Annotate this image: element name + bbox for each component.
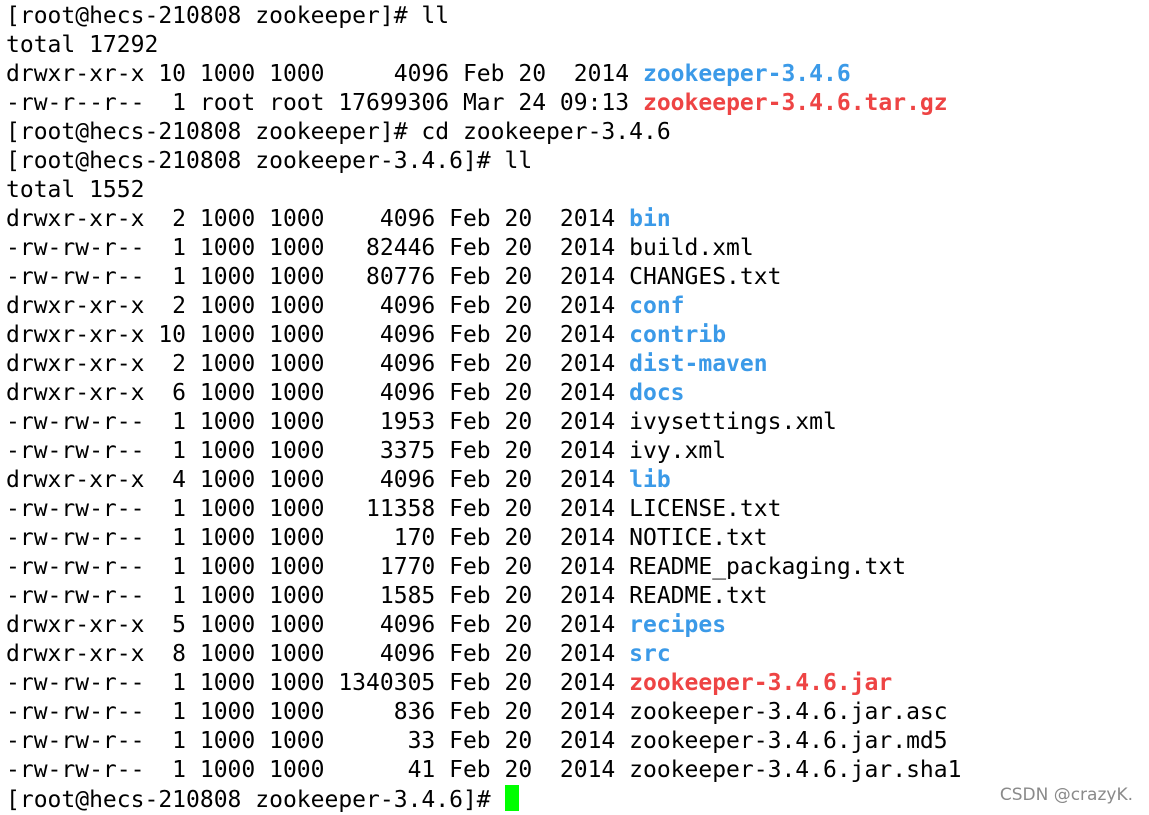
terminal-output[interactable]: [root@hecs-210808 zookeeper]# ll total 17…	[6, 2, 961, 814]
file-metadata: -rw-rw-r-- 1 1000 1000 1953 Feb 20 2014	[6, 409, 630, 435]
listing-row: -rw-rw-r-- 1 1000 1000 80776 Feb 20 2014…	[6, 263, 961, 292]
directory-name: docs	[629, 380, 685, 406]
directory-name: recipes	[629, 612, 727, 638]
file-name: zookeeper-3.4.6.jar.sha1	[629, 757, 962, 783]
archive-file-name: zookeeper-3.4.6.jar	[629, 670, 893, 696]
file-metadata: drwxr-xr-x 2 1000 1000 4096 Feb 20 2014	[6, 351, 630, 377]
listing-row: -rw-rw-r-- 1 1000 1000 170 Feb 20 2014 N…	[6, 524, 961, 553]
file-metadata: drwxr-xr-x 4 1000 1000 4096 Feb 20 2014	[6, 467, 630, 493]
archive-file-name: zookeeper-3.4.6.tar.gz	[642, 90, 948, 116]
directory-name: bin	[629, 206, 671, 232]
file-metadata: -rw-rw-r-- 1 1000 1000 836 Feb 20 2014	[6, 699, 630, 725]
command-text: ll	[504, 148, 533, 174]
file-name: build.xml	[629, 235, 754, 261]
listing-row: -rw-rw-r-- 1 1000 1000 11358 Feb 20 2014…	[6, 495, 961, 524]
file-metadata: -rw-rw-r-- 1 1000 1000 82446 Feb 20 2014	[6, 235, 630, 261]
file-metadata: drwxr-xr-x 2 1000 1000 4096 Feb 20 2014	[6, 206, 630, 232]
listing-row: -rw-rw-r-- 1 1000 1000 1585 Feb 20 2014 …	[6, 582, 961, 611]
file-metadata: drwxr-xr-x 10 1000 1000 4096 Feb 20 2014	[6, 61, 643, 87]
shell-prompt: [root@hecs-210808 zookeeper]#	[6, 3, 422, 29]
file-metadata: drwxr-xr-x 6 1000 1000 4096 Feb 20 2014	[6, 380, 630, 406]
file-metadata: drwxr-xr-x 5 1000 1000 4096 Feb 20 2014	[6, 612, 630, 638]
file-name: README_packaging.txt	[629, 554, 907, 580]
active-prompt-line[interactable]: [root@hecs-210808 zookeeper-3.4.6]#	[6, 785, 961, 814]
directory-name: conf	[629, 293, 685, 319]
file-name: CHANGES.txt	[629, 264, 782, 290]
output-total-line: total 1552	[6, 177, 145, 203]
listing-row: -rw-rw-r-- 1 1000 1000 82446 Feb 20 2014…	[6, 234, 961, 263]
listing-row: -rw-rw-r-- 1 1000 1000 836 Feb 20 2014 z…	[6, 698, 961, 727]
listing-row: drwxr-xr-x 10 1000 1000 4096 Feb 20 2014…	[6, 60, 961, 89]
file-metadata: -rw-rw-r-- 1 1000 1000 3375 Feb 20 2014	[6, 438, 630, 464]
listing-row: -rw-rw-r-- 1 1000 1000 33 Feb 20 2014 zo…	[6, 727, 961, 756]
directory-name: contrib	[629, 322, 727, 348]
file-metadata: -rw-rw-r-- 1 1000 1000 170 Feb 20 2014	[6, 525, 630, 551]
file-metadata: -rw-rw-r-- 1 1000 1000 1585 Feb 20 2014	[6, 583, 630, 609]
prompt-line: [root@hecs-210808 zookeeper-3.4.6]# ll	[6, 147, 961, 176]
file-metadata: -rw-rw-r-- 1 1000 1000 33 Feb 20 2014	[6, 728, 630, 754]
file-metadata: drwxr-xr-x 2 1000 1000 4096 Feb 20 2014	[6, 293, 630, 319]
listing-row: drwxr-xr-x 2 1000 1000 4096 Feb 20 2014 …	[6, 292, 961, 321]
file-name: ivy.xml	[629, 438, 727, 464]
listing-row: drwxr-xr-x 8 1000 1000 4096 Feb 20 2014 …	[6, 640, 961, 669]
file-metadata: drwxr-xr-x 8 1000 1000 4096 Feb 20 2014	[6, 641, 630, 667]
output-total-line: total 17292	[6, 32, 159, 58]
file-metadata: -rw-rw-r-- 1 1000 1000 11358 Feb 20 2014	[6, 496, 630, 522]
listing-row: -rw-rw-r-- 1 1000 1000 1770 Feb 20 2014 …	[6, 553, 961, 582]
listing-row: -rw-rw-r-- 1 1000 1000 3375 Feb 20 2014 …	[6, 437, 961, 466]
file-metadata: -rw-r--r-- 1 root root 17699306 Mar 24 0…	[6, 90, 643, 116]
listing-row: drwxr-xr-x 10 1000 1000 4096 Feb 20 2014…	[6, 321, 961, 350]
command-text: cd zookeeper-3.4.6	[421, 119, 671, 145]
listing-row: drwxr-xr-x 2 1000 1000 4096 Feb 20 2014 …	[6, 350, 961, 379]
listing-row: -rw-r--r-- 1 root root 17699306 Mar 24 0…	[6, 89, 961, 118]
listing-row: drwxr-xr-x 5 1000 1000 4096 Feb 20 2014 …	[6, 611, 961, 640]
command-text: ll	[421, 3, 450, 29]
file-metadata: -rw-rw-r-- 1 1000 1000 41 Feb 20 2014	[6, 757, 630, 783]
shell-prompt: [root@hecs-210808 zookeeper-3.4.6]#	[6, 787, 505, 813]
listing-row: drwxr-xr-x 2 1000 1000 4096 Feb 20 2014 …	[6, 205, 961, 234]
file-name: NOTICE.txt	[629, 525, 768, 551]
file-name: README.txt	[629, 583, 768, 609]
listing-row: drwxr-xr-x 4 1000 1000 4096 Feb 20 2014 …	[6, 466, 961, 495]
file-name: LICENSE.txt	[629, 496, 782, 522]
file-metadata: drwxr-xr-x 10 1000 1000 4096 Feb 20 2014	[6, 322, 630, 348]
listing-row: -rw-rw-r-- 1 1000 1000 41 Feb 20 2014 zo…	[6, 756, 961, 785]
listing-row: -rw-rw-r-- 1 1000 1000 1340305 Feb 20 20…	[6, 669, 961, 698]
prompt-line: [root@hecs-210808 zookeeper]# ll	[6, 2, 961, 31]
shell-prompt: [root@hecs-210808 zookeeper-3.4.6]#	[6, 148, 505, 174]
file-name: zookeeper-3.4.6.jar.md5	[629, 728, 948, 754]
text-cursor[interactable]	[504, 785, 519, 811]
file-name: ivysettings.xml	[629, 409, 837, 435]
prompt-line: [root@hecs-210808 zookeeper]# cd zookeep…	[6, 118, 961, 147]
file-metadata: -rw-rw-r-- 1 1000 1000 1340305 Feb 20 20…	[6, 670, 630, 696]
directory-name: src	[629, 641, 671, 667]
file-name: zookeeper-3.4.6.jar.asc	[629, 699, 948, 725]
directory-name: zookeeper-3.4.6	[642, 61, 851, 87]
directory-name: lib	[629, 467, 671, 493]
file-metadata: -rw-rw-r-- 1 1000 1000 80776 Feb 20 2014	[6, 264, 630, 290]
shell-prompt: [root@hecs-210808 zookeeper]#	[6, 119, 422, 145]
directory-name: dist-maven	[629, 351, 768, 377]
watermark: CSDN @crazyK.	[999, 785, 1133, 805]
listing-row: drwxr-xr-x 6 1000 1000 4096 Feb 20 2014 …	[6, 379, 961, 408]
listing-row: -rw-rw-r-- 1 1000 1000 1953 Feb 20 2014 …	[6, 408, 961, 437]
file-metadata: -rw-rw-r-- 1 1000 1000 1770 Feb 20 2014	[6, 554, 630, 580]
